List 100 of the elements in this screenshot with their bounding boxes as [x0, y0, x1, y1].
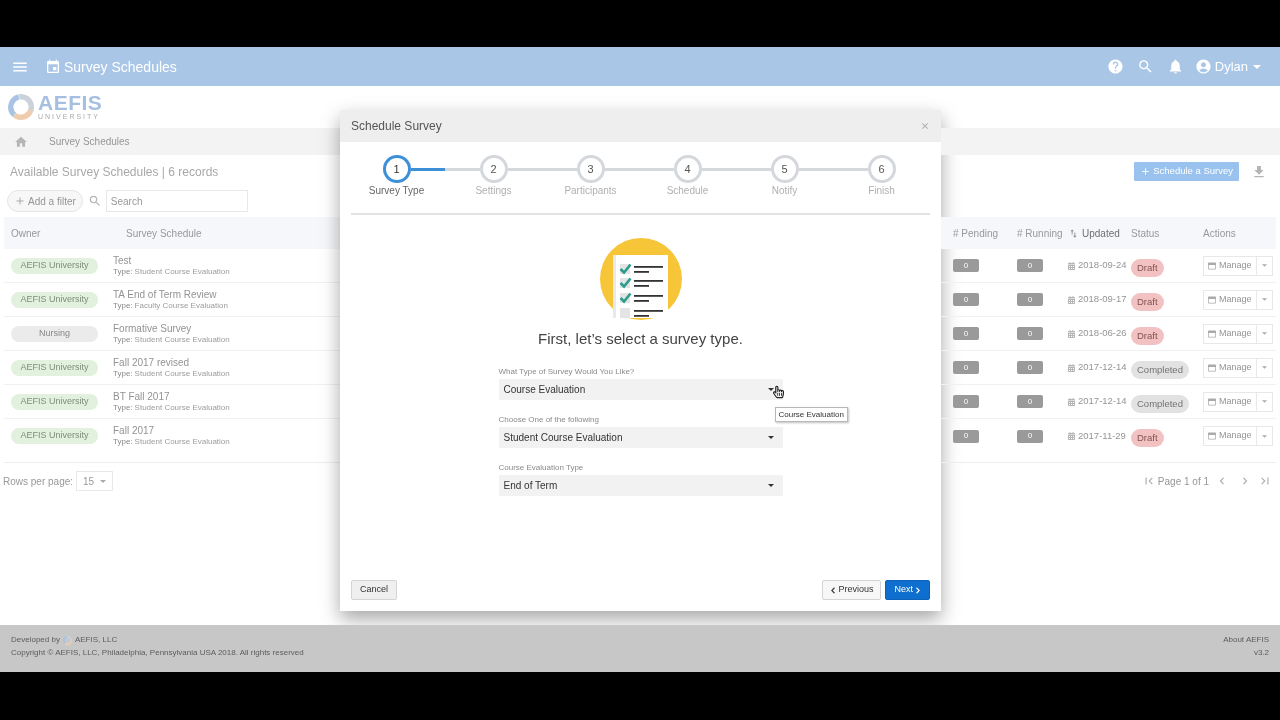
manage-button[interactable]: Manage [1203, 426, 1257, 446]
type-value: Student Course Evaluation [134, 402, 230, 413]
breadcrumb-item: Survey Schedules [49, 135, 130, 149]
sort-icon[interactable] [1068, 227, 1079, 239]
schedule-name[interactable]: BT Fall 2017 [113, 390, 230, 403]
list-title: Available Survey Schedules | 6 records [10, 163, 219, 181]
owner-tag: Nursing [11, 325, 98, 342]
caret-icon [1261, 264, 1267, 267]
step-label: Finish [868, 185, 895, 197]
type-label: Type: [113, 266, 133, 277]
manage-button[interactable]: Manage [1203, 357, 1257, 378]
status-tag: Draft [1131, 258, 1164, 277]
updated-date: 2018-09-17 [1078, 292, 1127, 307]
field-label: Choose One of the following [498, 415, 600, 425]
owner-tag: AEFIS University [11, 291, 98, 308]
status-tag: Draft [1131, 292, 1164, 311]
step-label: Settings [475, 185, 512, 197]
calendar-icon [1068, 397, 1075, 406]
close-button[interactable] [920, 121, 930, 131]
type-value: Faculty Course Evaluation [134, 300, 228, 311]
help-icon[interactable] [1106, 58, 1124, 75]
dropdown-field[interactable]: Student Course Evaluation [498, 427, 783, 448]
manage-button[interactable]: Manage [1203, 255, 1257, 276]
step-number: 5 [770, 155, 799, 183]
search-icon[interactable] [87, 194, 102, 208]
plus-icon [1140, 166, 1152, 177]
manage-button[interactable]: Manage [1203, 391, 1257, 412]
dropdown-field[interactable]: Course Evaluation [498, 379, 783, 400]
user-menu-button[interactable]: Dylan [1194, 56, 1261, 77]
step-number: 2 [479, 155, 508, 183]
developed-by-text: Developed by [11, 635, 60, 645]
column-header[interactable]: Status [1131, 225, 1160, 241]
caret-icon [1261, 400, 1267, 403]
schedule-name[interactable]: Test [113, 254, 230, 267]
chevron-left-icon [830, 586, 837, 594]
calendar-icon [45, 58, 61, 75]
manage-button[interactable]: Manage [1203, 289, 1257, 310]
field-label: Course Evaluation Type [498, 463, 585, 473]
running-count: 0 [1017, 361, 1043, 374]
schedule-survey-button[interactable]: Schedule a Survey [1134, 162, 1239, 181]
running-count: 0 [1017, 259, 1043, 272]
window-icon [1208, 261, 1216, 270]
next-button[interactable]: Next [885, 580, 930, 600]
download-icon[interactable] [1251, 163, 1267, 180]
logo-icon [8, 94, 34, 120]
home-icon[interactable] [14, 134, 28, 149]
search-icon[interactable] [1136, 58, 1154, 75]
previous-button[interactable]: Previous [822, 580, 882, 600]
running-count: 0 [1017, 429, 1043, 443]
window-icon [1208, 363, 1216, 372]
type-label: Type: [113, 334, 133, 345]
schedule-name[interactable]: TA End of Term Review [113, 288, 228, 301]
search-field[interactable]: Search [105, 190, 248, 212]
schedule-name[interactable]: Fall 2017 [113, 425, 230, 437]
caret-icon [1261, 332, 1267, 335]
logo-name: AEFIS [38, 93, 103, 112]
schedule-name[interactable]: Formative Survey [113, 322, 230, 335]
calendar-icon [1068, 432, 1075, 440]
updated-date: 2017-12-14 [1078, 360, 1127, 375]
pending-count: 0 [953, 327, 979, 340]
manage-button[interactable]: Manage [1203, 323, 1257, 344]
column-header[interactable]: # Running [1017, 225, 1063, 241]
dialog-title: Schedule Survey [351, 118, 442, 135]
dialog-heading: First, let’s select a survey type. [538, 330, 743, 348]
updated-date: 2017-11-29 [1078, 428, 1126, 443]
account-icon [1194, 58, 1212, 75]
caret-icon [1253, 64, 1261, 69]
window-icon [1208, 329, 1216, 338]
rows-per-page-select[interactable]: 15 [76, 471, 114, 491]
pending-count: 0 [953, 293, 979, 306]
column-header[interactable]: Actions [1203, 225, 1236, 241]
calendar-icon [1068, 295, 1075, 304]
status-tag: Completed [1131, 394, 1189, 413]
calendar-icon [1068, 363, 1075, 372]
step-label: Schedule [666, 185, 709, 197]
updated-date: 2018-09-24 [1078, 258, 1127, 273]
column-header[interactable]: Owner [11, 225, 41, 241]
version-text: v3.2 [1253, 648, 1269, 658]
field-label: What Type of Survey Would You Like? [498, 367, 636, 377]
add-filter-button[interactable]: Add a filter [7, 190, 83, 212]
column-header[interactable]: Updated [1082, 225, 1120, 241]
type-label: Type: [113, 368, 133, 379]
type-value: Student Course Evaluation [134, 266, 230, 277]
owner-tag: AEFIS University [11, 257, 98, 274]
column-header[interactable]: # Pending [953, 225, 999, 241]
step-number: 6 [867, 155, 896, 183]
column-header[interactable]: Survey Schedule [126, 225, 202, 241]
caret-icon [1261, 366, 1267, 369]
cancel-button[interactable]: Cancel [351, 580, 397, 600]
step-progress-line [410, 167, 445, 171]
window-icon [1208, 295, 1216, 304]
status-tag: Draft [1131, 429, 1164, 448]
dropdown-field[interactable]: End of Term [498, 475, 783, 496]
type-value: Student Course Evaluation [134, 334, 230, 345]
schedule-name[interactable]: Fall 2017 revised [113, 356, 230, 369]
calendar-icon [1068, 261, 1075, 270]
step-label: Participants [564, 185, 617, 197]
pending-count: 0 [953, 259, 979, 272]
running-count: 0 [1017, 395, 1043, 408]
about-link[interactable]: About AEFIS [1223, 635, 1269, 645]
